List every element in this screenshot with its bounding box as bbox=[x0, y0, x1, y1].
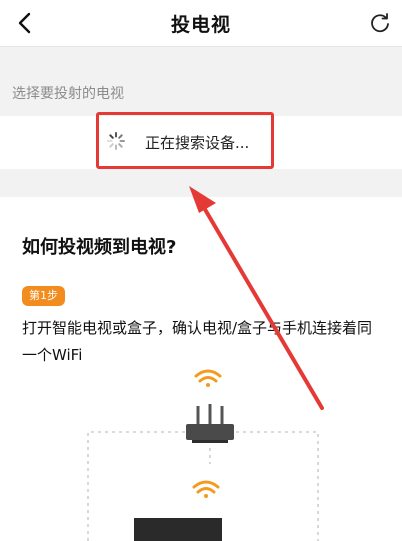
annotation-arrow bbox=[189, 186, 324, 410]
